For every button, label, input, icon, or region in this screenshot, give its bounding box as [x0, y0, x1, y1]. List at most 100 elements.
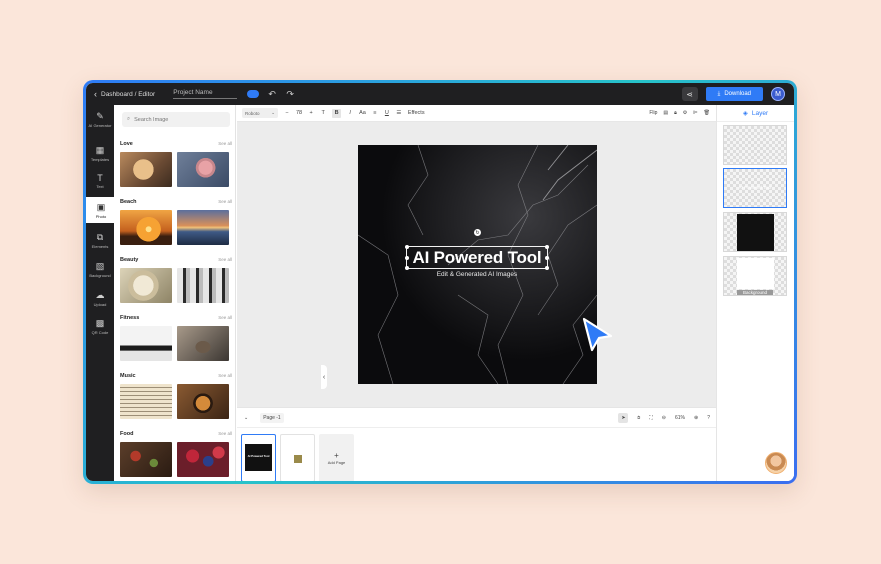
rail-item-photo[interactable]: ▣ Photo	[86, 197, 116, 223]
share-button[interactable]: ⋖	[681, 87, 698, 101]
fullscreen-icon[interactable]: ⛶	[649, 415, 653, 421]
rail-item-templates[interactable]: ▦ Templates	[86, 145, 114, 162]
font-size-increase-button[interactable]: +	[308, 109, 314, 118]
zoom-out-icon[interactable]: ⊖	[662, 415, 666, 421]
zoom-in-icon[interactable]: ⊕	[694, 415, 698, 421]
image-thumbnail[interactable]	[120, 268, 172, 303]
search-box[interactable]: ⌕	[122, 112, 230, 127]
add-page-button[interactable]: + Add Page	[319, 434, 354, 481]
rail-item-elements[interactable]: ⧉ Elements	[86, 232, 114, 249]
font-select[interactable]: Roboto ⌄	[242, 108, 278, 118]
font-size-value[interactable]: 78	[296, 109, 302, 118]
font-size-decrease-button[interactable]: −	[284, 109, 290, 118]
delete-icon[interactable]: 🗑︎	[704, 110, 710, 116]
image-thumbnail[interactable]	[177, 210, 229, 245]
rail-item-background[interactable]: ▧ Background	[86, 261, 114, 278]
image-thumbnail[interactable]	[177, 326, 229, 361]
image-thumbnail[interactable]	[120, 442, 172, 477]
download-icon: ⤓	[717, 90, 721, 97]
layers-icon: ◈	[742, 110, 748, 117]
page-thumbnail-1[interactable]: AI Powered Tool	[241, 434, 276, 481]
transparency-icon[interactable]: ▤	[663, 110, 668, 116]
project-name-input[interactable]: Project Name	[173, 89, 238, 99]
collapse-pages-icon[interactable]: ⌄	[244, 415, 248, 421]
search-input[interactable]	[134, 116, 215, 123]
subheadline-text[interactable]: Edit & Generated AI Images	[406, 271, 548, 278]
photo-icon: ▣	[96, 202, 106, 212]
see-all-link[interactable]: See all	[218, 373, 232, 379]
lock-icon[interactable]: 🔒︎	[674, 110, 677, 116]
page-thumbnails: AI Powered Tool + Add Page	[237, 427, 716, 481]
layer-item-background[interactable]: Background	[723, 256, 787, 296]
download-label: Download	[724, 91, 751, 97]
artboard[interactable]: ↻ AI Powered Tool Edit & Generated AI Im…	[358, 145, 597, 384]
layer-item[interactable]	[723, 125, 787, 165]
support-avatar[interactable]	[765, 452, 787, 474]
layer-item-image[interactable]	[723, 212, 787, 252]
list-icon[interactable]: ☰	[396, 109, 402, 118]
bold-icon[interactable]: B	[332, 108, 342, 118]
canvas-area: ↻ AI Powered Tool Edit & Generated AI Im…	[237, 122, 716, 407]
rail-item-label: AI Generator	[88, 123, 112, 128]
rail-item-label: Upload	[93, 302, 107, 307]
layer-order-icon[interactable]: ⊫	[693, 110, 697, 116]
category-title: Beach	[120, 199, 137, 205]
underline-icon[interactable]: U	[384, 109, 390, 118]
rail-item-text[interactable]: T Text	[86, 173, 114, 189]
category-title: Music	[120, 373, 136, 379]
chevron-left-icon: ‹	[94, 88, 97, 99]
text-icon: T	[97, 173, 103, 183]
help-icon[interactable]: ?	[707, 415, 710, 421]
category-title: Beauty	[120, 257, 139, 263]
page-bar: ⌄ Page -1 ➤ ✋︎ ⛶ ⊖ 61% ⊕ ?	[237, 407, 716, 427]
see-all-link[interactable]: See all	[218, 141, 232, 147]
image-thumbnail[interactable]	[177, 152, 229, 187]
category-title: Food	[120, 431, 134, 437]
see-all-link[interactable]: See all	[218, 315, 232, 321]
text-case-icon[interactable]: T	[320, 109, 326, 118]
layer-item-text[interactable]: AI Powered Tool	[723, 168, 787, 208]
rail-item-qr-code[interactable]: ▩ QR Code	[86, 318, 114, 335]
undo-icon[interactable]: ↶	[267, 89, 277, 99]
rail-item-ai-generator[interactable]: ✎ AI Generator	[86, 111, 114, 128]
rail-item-label: Templates	[90, 157, 110, 162]
see-all-link[interactable]: See all	[218, 257, 232, 263]
page-thumbnail-2[interactable]	[280, 434, 315, 481]
hand-tool-icon[interactable]: ✋︎	[637, 415, 640, 421]
see-all-link[interactable]: See all	[218, 199, 232, 205]
breadcrumb[interactable]: ‹ Dashboard / Editor	[94, 88, 155, 99]
search-icon: ⌕	[127, 116, 131, 122]
image-thumbnail[interactable]	[120, 152, 172, 187]
image-thumbnail[interactable]	[177, 268, 229, 303]
rail-item-label: Text	[96, 184, 104, 189]
rail-item-upload[interactable]: ☁ Upload	[86, 290, 114, 307]
image-thumbnail[interactable]	[177, 442, 229, 477]
image-thumbnail[interactable]	[120, 210, 172, 245]
select-tool-icon[interactable]: ➤	[618, 412, 629, 423]
zoom-level[interactable]: 61%	[675, 415, 685, 421]
headline-text[interactable]: AI Powered Tool	[406, 246, 548, 269]
templates-icon: ▦	[95, 145, 105, 155]
page-selector[interactable]: Page -1	[260, 412, 284, 423]
rail-item-label: Background	[89, 273, 111, 278]
layer-label: Background	[737, 290, 773, 295]
align-icon[interactable]: ≡	[372, 109, 378, 118]
cloud-save-icon[interactable]	[247, 90, 260, 98]
plus-icon: +	[334, 451, 339, 460]
layers-panel: ◈ Layer AI Powered Tool Background	[716, 105, 794, 481]
redo-icon[interactable]: ↷	[285, 89, 295, 99]
flip-button[interactable]: Flip	[649, 110, 657, 116]
image-thumbnail[interactable]	[177, 384, 229, 419]
image-thumbnail[interactable]	[120, 326, 172, 361]
italic-icon[interactable]: I	[347, 109, 353, 118]
background-icon: ▧	[95, 261, 105, 271]
effects-button[interactable]: Effects	[408, 109, 425, 118]
rotate-handle-icon[interactable]: ↻	[474, 229, 481, 236]
letter-case-icon[interactable]: Aa	[359, 109, 366, 118]
download-button[interactable]: ⤓ Download	[705, 87, 763, 101]
collapse-panel-button[interactable]: ‹	[321, 365, 327, 389]
settings-icon[interactable]: ⚙	[683, 110, 687, 116]
see-all-link[interactable]: See all	[218, 431, 232, 437]
avatar[interactable]: M	[771, 87, 785, 101]
image-thumbnail[interactable]	[120, 384, 172, 419]
